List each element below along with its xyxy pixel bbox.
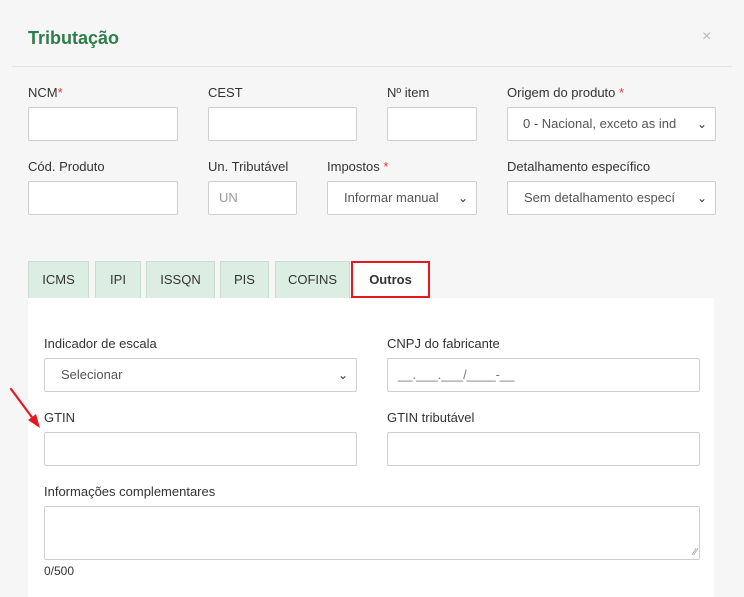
cod-produto-input[interactable] bbox=[28, 181, 178, 215]
chevron-down-icon: ⌄ bbox=[696, 117, 707, 131]
origem-label: Origem do produto * bbox=[507, 85, 625, 100]
tab-outros[interactable]: Outros bbox=[351, 261, 430, 298]
modal-title: Tributação bbox=[28, 28, 120, 48]
n-item-input[interactable] bbox=[387, 107, 477, 141]
gtin-tributavel-input[interactable] bbox=[387, 432, 700, 466]
cod-produto-label: Cód. Produto bbox=[28, 159, 105, 174]
detalhamento-select[interactable]: Sem detalhamento especí ⌄ bbox=[507, 181, 716, 215]
gtin-input[interactable] bbox=[44, 432, 357, 466]
chevron-down-icon: ⌄ bbox=[457, 191, 468, 205]
tab-cofins[interactable]: COFINS bbox=[275, 261, 350, 298]
cnpj-fabricante-input[interactable]: __.___.___/____-__ bbox=[387, 358, 700, 392]
n-item-label: Nº item bbox=[387, 85, 430, 100]
chevron-down-icon: ⌄ bbox=[337, 368, 348, 382]
detalhamento-label: Detalhamento específico bbox=[507, 159, 651, 174]
tab-ipi[interactable]: IPI bbox=[95, 261, 141, 298]
tab-issqn[interactable]: ISSQN bbox=[146, 261, 215, 298]
origem-selected-value: 0 - Nacional, exceto as ind bbox=[523, 116, 677, 131]
tab-pis[interactable]: PIS bbox=[220, 261, 269, 298]
gtin-tributavel-label: GTIN tributável bbox=[387, 410, 475, 425]
info-complementares-textarea[interactable]: ∕∕ bbox=[44, 506, 700, 560]
header-divider bbox=[12, 66, 732, 67]
impostos-selected-value: Informar manual bbox=[344, 190, 439, 205]
close-icon[interactable]: × bbox=[702, 28, 711, 46]
un-tributavel-input[interactable]: UN bbox=[208, 181, 297, 215]
indicador-escala-label: Indicador de escala bbox=[44, 336, 157, 351]
cnpj-fabricante-label: CNPJ do fabricante bbox=[387, 336, 500, 351]
red-arrow-icon bbox=[9, 387, 40, 428]
un-tributavel-label: Un. Tributável bbox=[208, 159, 289, 174]
detalhamento-selected-value: Sem detalhamento especí bbox=[524, 190, 676, 205]
chevron-down-icon: ⌄ bbox=[696, 191, 707, 205]
impostos-select[interactable]: Informar manual ⌄ bbox=[327, 181, 477, 215]
ncm-input[interactable] bbox=[28, 107, 178, 141]
indicador-escala-select[interactable]: Selecionar ⌄ bbox=[44, 358, 357, 392]
char-counter: 0/500 bbox=[44, 564, 75, 578]
modal-header: Tributação × bbox=[0, 0, 744, 66]
tab-icms[interactable]: ICMS bbox=[28, 261, 89, 298]
info-complementares-label: Informações complementares bbox=[44, 484, 216, 499]
origem-select[interactable]: 0 - Nacional, exceto as ind ⌄ bbox=[507, 107, 716, 141]
impostos-label: Impostos * bbox=[327, 159, 389, 174]
cest-input[interactable] bbox=[208, 107, 357, 141]
cest-label: CEST bbox=[208, 85, 243, 100]
resize-grip-icon[interactable]: ∕∕ bbox=[694, 548, 697, 558]
ncm-label: NCM* bbox=[28, 85, 63, 100]
indicador-escala-selected-value: Selecionar bbox=[61, 367, 123, 382]
gtin-label: GTIN bbox=[44, 410, 76, 425]
